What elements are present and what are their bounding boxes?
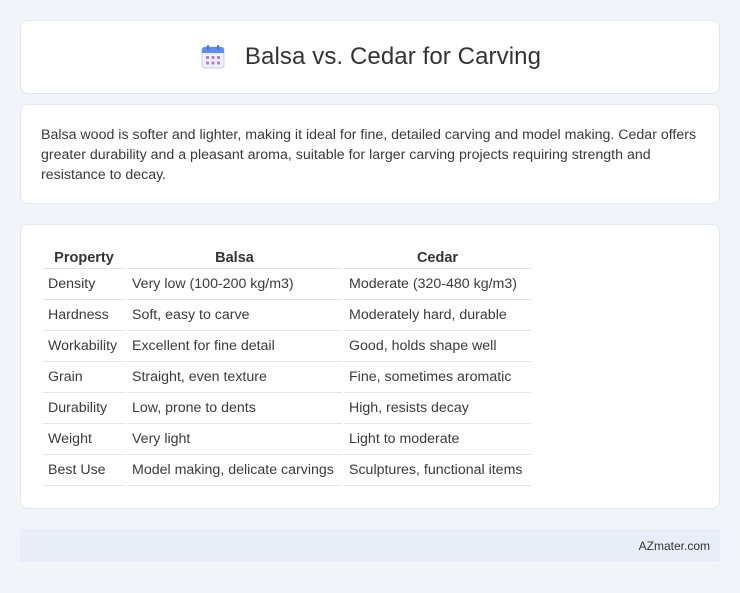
footer-site-link[interactable]: AZmater.com xyxy=(639,539,710,553)
page-title: Balsa vs. Cedar for Carving xyxy=(244,43,542,70)
table-row: Workability Excellent for fine detail Go… xyxy=(43,331,531,362)
cell-property: Weight xyxy=(43,424,125,455)
summary-text: Balsa wood is softer and lighter, making… xyxy=(41,127,697,183)
table-row: Durability Low, prone to dents High, res… xyxy=(43,393,531,424)
table-row: Hardness Soft, easy to carve Moderately … xyxy=(43,300,531,331)
table-row: Weight Very light Light to moderate xyxy=(43,424,531,455)
table-header-row: Property Balsa Cedar xyxy=(43,245,531,269)
cell-cedar: Good, holds shape well xyxy=(344,331,531,362)
cell-balsa: Straight, even texture xyxy=(127,362,342,393)
cell-balsa: Soft, easy to carve xyxy=(127,300,342,331)
header-card: Balsa vs. Cedar for Carving xyxy=(20,20,720,94)
title-wrap: Balsa vs. Cedar for Carving xyxy=(199,43,541,71)
footer-bar: AZmater.com xyxy=(20,529,720,562)
table-row: Grain Straight, even texture Fine, somet… xyxy=(43,362,531,393)
cell-property: Density xyxy=(43,269,125,300)
cell-cedar: High, resists decay xyxy=(344,393,531,424)
header-property: Property xyxy=(43,245,125,269)
cell-cedar: Fine, sometimes aromatic xyxy=(344,362,531,393)
cell-balsa: Low, prone to dents xyxy=(127,393,342,424)
header-cedar: Cedar xyxy=(344,245,531,269)
cell-property: Durability xyxy=(43,393,125,424)
calendar-icon xyxy=(199,43,227,71)
header-balsa: Balsa xyxy=(127,245,342,269)
cell-balsa: Very low (100-200 kg/m3) xyxy=(127,269,342,300)
cell-cedar: Light to moderate xyxy=(344,424,531,455)
cell-property: Hardness xyxy=(43,300,125,331)
summary-card: Balsa wood is softer and lighter, making… xyxy=(20,104,720,204)
cell-balsa: Very light xyxy=(127,424,342,455)
cell-cedar: Moderately hard, durable xyxy=(344,300,531,331)
table-row: Density Very low (100-200 kg/m3) Moderat… xyxy=(43,269,531,300)
cell-balsa: Model making, delicate carvings xyxy=(127,455,342,486)
cell-property: Best Use xyxy=(43,455,125,486)
cell-property: Workability xyxy=(43,331,125,362)
cell-cedar: Sculptures, functional items xyxy=(344,455,531,486)
cell-balsa: Excellent for fine detail xyxy=(127,331,342,362)
table-card: Property Balsa Cedar Density Very low (1… xyxy=(20,224,720,509)
comparison-table: Property Balsa Cedar Density Very low (1… xyxy=(41,245,533,486)
cell-cedar: Moderate (320-480 kg/m3) xyxy=(344,269,531,300)
table-row: Best Use Model making, delicate carvings… xyxy=(43,455,531,486)
cell-property: Grain xyxy=(43,362,125,393)
